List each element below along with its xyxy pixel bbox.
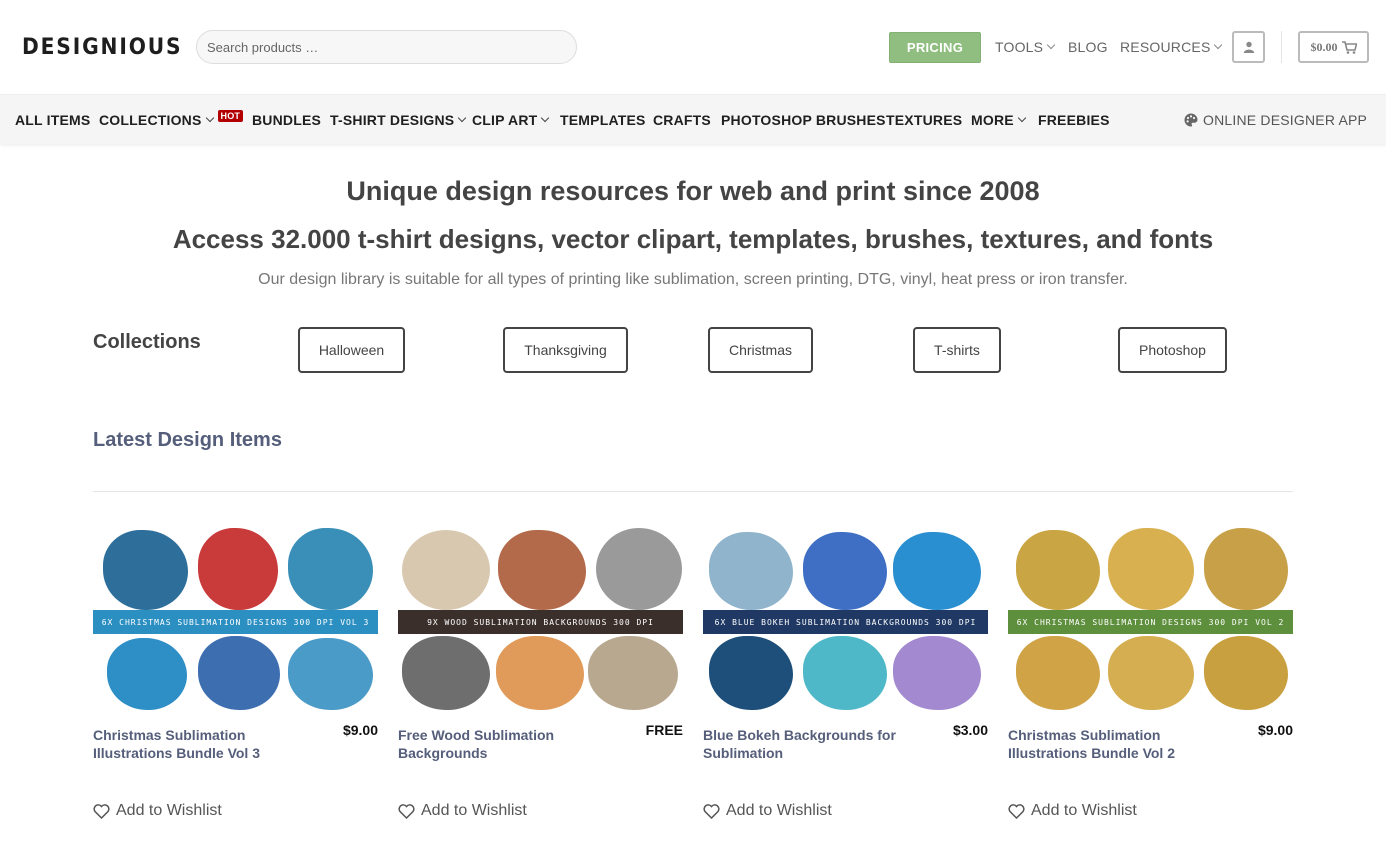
collection-button-t-shirts[interactable]: T-shirts: [913, 327, 1001, 373]
product-thumbnail[interactable]: 6X BLUE BOKEH SUBLIMATION BACKGROUNDS 30…: [703, 526, 988, 712]
nav-collections-label: COLLECTIONS: [99, 112, 202, 128]
product-title[interactable]: Blue Bokeh Backgrounds for Sublimation: [703, 726, 903, 762]
product-title[interactable]: Free Wood Sublimation Backgrounds: [398, 726, 598, 762]
chevron-down-icon: [458, 113, 467, 123]
user-icon: [1243, 41, 1254, 53]
product-title[interactable]: Christmas Sublimation Illustrations Bund…: [1008, 726, 1208, 762]
product-price: FREE: [645, 722, 683, 738]
main-navigation: ALL ITEMS COLLECTIONS HOT BUNDLES T-SHIRT…: [0, 94, 1386, 144]
wishlist-label: Add to Wishlist: [421, 802, 527, 819]
blog-link[interactable]: BLOG: [1068, 39, 1108, 55]
wishlist-label: Add to Wishlist: [116, 802, 222, 819]
product-banner: 6X CHRISTMAS SUBLIMATION DESIGNS 300 DPI…: [93, 610, 378, 634]
hero-title: Unique design resources for web and prin…: [346, 176, 1040, 206]
product-card: 9X WOOD SUBLIMATION BACKGROUNDS 300 DPI …: [398, 526, 683, 819]
hero-subtitle: Access 32.000 t-shirt designs, vector cl…: [172, 224, 1214, 254]
product-banner: 6X BLUE BOKEH SUBLIMATION BACKGROUNDS 30…: [703, 610, 988, 634]
nav-t-shirt-designs-label: T-SHIRT DESIGNS: [330, 112, 455, 128]
nav-textures[interactable]: TEXTURES: [886, 112, 962, 128]
nav-collections[interactable]: COLLECTIONS HOT: [99, 110, 244, 128]
cart-total: $0.00: [1310, 39, 1338, 54]
heart-icon: [93, 803, 110, 819]
site-header: DESIGNIOUS PRICING TOOLS BLOG RESOURCES …: [0, 0, 1386, 94]
cart-icon: [1341, 40, 1357, 54]
online-designer-app-label: ONLINE DESIGNER APP: [1203, 112, 1368, 128]
nav-clip-art-label: CLIP ART: [472, 112, 538, 128]
product-thumbnail[interactable]: 6X CHRISTMAS SUBLIMATION DESIGNS 300 DPI…: [93, 526, 378, 712]
add-to-wishlist-button[interactable]: Add to Wishlist: [1008, 802, 1137, 820]
chevron-down-icon: [541, 113, 550, 123]
site-logo[interactable]: DESIGNIOUS: [22, 35, 182, 60]
nav-photoshop-brushes[interactable]: PHOTOSHOP BRUSHES: [721, 112, 886, 128]
chevron-down-icon: [1017, 113, 1027, 123]
nav-templates[interactable]: TEMPLATES: [560, 112, 646, 128]
cart-button[interactable]: $0.00: [1298, 31, 1369, 63]
product-thumbnail[interactable]: 9X WOOD SUBLIMATION BACKGROUNDS 300 DPI: [398, 526, 683, 712]
chevron-down-icon: [1214, 40, 1223, 50]
online-designer-app-link[interactable]: ONLINE DESIGNER APP: [1184, 112, 1367, 128]
collections-heading: Collections: [93, 331, 201, 353]
nav-bundles[interactable]: BUNDLES: [252, 112, 321, 128]
wishlist-label: Add to Wishlist: [726, 802, 832, 819]
pricing-button[interactable]: PRICING: [889, 32, 981, 63]
product-card: 6X CHRISTMAS SUBLIMATION DESIGNS 300 DPI…: [1008, 526, 1293, 819]
hero-description: Our design library is suitable for all t…: [258, 271, 1128, 288]
search-input[interactable]: [196, 30, 577, 64]
nav-freebies[interactable]: FREEBIES: [1038, 112, 1110, 128]
product-price: $3.00: [952, 722, 988, 738]
nav-crafts[interactable]: CRAFTS: [653, 112, 711, 128]
latest-items-heading: Latest Design Items: [93, 429, 282, 451]
palette-icon: [1184, 113, 1198, 127]
heart-icon: [398, 803, 415, 819]
section-divider: [93, 491, 1293, 492]
product-thumbnail[interactable]: 6X CHRISTMAS SUBLIMATION DESIGNS 300 DPI…: [1008, 526, 1293, 712]
resources-menu[interactable]: RESOURCES: [1120, 39, 1223, 55]
add-to-wishlist-button[interactable]: Add to Wishlist: [398, 802, 527, 820]
chevron-down-icon: [205, 113, 214, 123]
collection-button-thanksgiving[interactable]: Thanksgiving: [503, 327, 628, 373]
nav-clip-art[interactable]: CLIP ART: [472, 112, 550, 128]
chevron-down-icon: [1046, 40, 1056, 50]
collection-button-halloween[interactable]: Halloween: [298, 327, 405, 373]
nav-more[interactable]: MORE: [971, 112, 1027, 128]
nav-t-shirt-designs[interactable]: T-SHIRT DESIGNS: [330, 112, 467, 128]
product-banner: 6X CHRISTMAS SUBLIMATION DESIGNS 300 DPI…: [1008, 610, 1293, 634]
tools-label: TOOLS: [995, 39, 1044, 55]
product-price: $9.00: [1257, 722, 1293, 738]
wishlist-label: Add to Wishlist: [1031, 802, 1137, 819]
add-to-wishlist-button[interactable]: Add to Wishlist: [93, 802, 222, 820]
resources-label: RESOURCES: [1120, 39, 1211, 55]
add-to-wishlist-button[interactable]: Add to Wishlist: [703, 802, 832, 820]
collection-button-christmas[interactable]: Christmas: [708, 327, 813, 373]
product-card: 6X CHRISTMAS SUBLIMATION DESIGNS 300 DPI…: [93, 526, 378, 819]
tools-menu[interactable]: TOOLS: [995, 39, 1056, 55]
account-button[interactable]: [1232, 31, 1265, 63]
heart-icon: [703, 803, 720, 819]
nav-more-label: MORE: [971, 112, 1014, 128]
product-banner: 9X WOOD SUBLIMATION BACKGROUNDS 300 DPI: [398, 610, 683, 634]
product-title[interactable]: Christmas Sublimation Illustrations Bund…: [93, 726, 293, 762]
nav-all-items[interactable]: ALL ITEMS: [15, 112, 90, 128]
collection-button-photoshop[interactable]: Photoshop: [1118, 327, 1227, 373]
product-price: $9.00: [342, 722, 378, 738]
heart-icon: [1008, 803, 1025, 819]
product-card: 6X BLUE BOKEH SUBLIMATION BACKGROUNDS 30…: [703, 526, 988, 819]
hot-badge: HOT: [217, 110, 244, 122]
header-divider: [1281, 31, 1282, 63]
